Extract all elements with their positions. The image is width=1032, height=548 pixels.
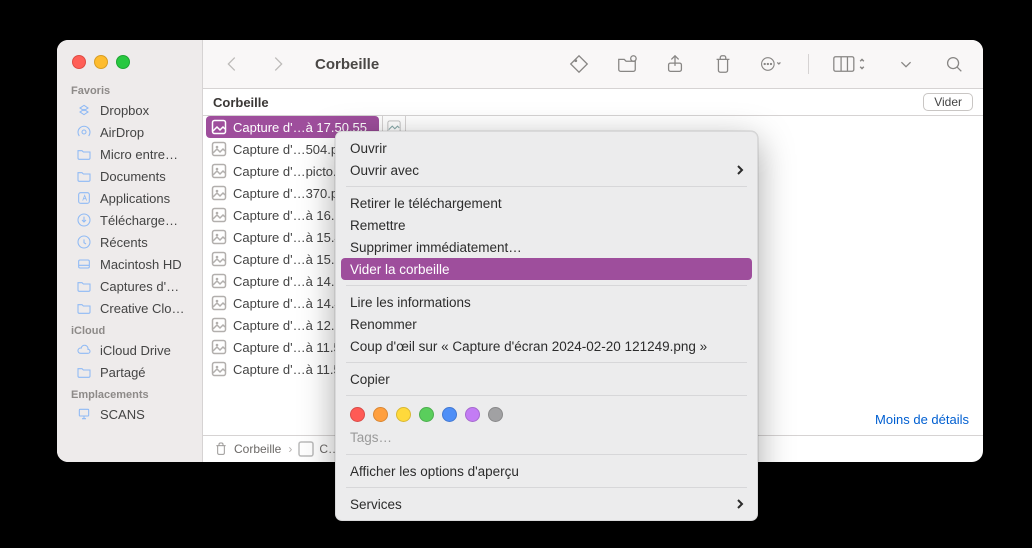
path-crumb-file[interactable]: C… — [298, 441, 340, 457]
close-window-button[interactable] — [72, 55, 86, 69]
menu-copy[interactable]: Copier — [336, 368, 757, 390]
sidebar: Favoris Dropbox AirDrop Micro entreprise Doc… — [57, 40, 203, 462]
breadcrumb-separator: › — [286, 442, 294, 456]
view-mode-icon[interactable] — [831, 50, 873, 78]
sidebar-item[interactable]: Documents — [62, 165, 197, 187]
menu-put-back[interactable]: Remettre — [336, 214, 757, 236]
new-folder-toolbar-icon[interactable] — [612, 50, 642, 78]
tag-color[interactable] — [373, 407, 388, 422]
tag-color[interactable] — [419, 407, 434, 422]
sidebar-item-label: Applications — [100, 191, 170, 206]
column-header: Corbeille Vider — [203, 89, 983, 116]
sidebar-item[interactable]: Macintosh HD — [62, 253, 197, 275]
menu-separator — [346, 285, 747, 286]
menu-separator — [346, 362, 747, 363]
sidebar-item-label: Téléchargements — [100, 213, 185, 228]
zoom-window-button[interactable] — [116, 55, 130, 69]
path-crumb-trash[interactable]: Corbeille › — [213, 441, 294, 457]
sidebar-item-label: Partagé — [100, 365, 146, 380]
sidebar-item-label: AirDrop — [100, 125, 144, 140]
submenu-chevron-icon — [735, 499, 745, 509]
back-button[interactable] — [217, 50, 247, 78]
forward-button[interactable] — [263, 50, 293, 78]
window-controls — [57, 40, 202, 79]
tags-toolbar-icon[interactable] — [564, 50, 594, 78]
menu-open-with[interactable]: Ouvrir avec — [336, 159, 757, 181]
tag-color[interactable] — [350, 407, 365, 422]
sidebar-item-label: Creative Cloud… — [100, 301, 185, 316]
menu-tags-label[interactable]: Tags… — [336, 428, 757, 449]
menu-services[interactable]: Services — [336, 493, 757, 515]
window-title: Corbeille — [315, 56, 379, 73]
tag-color[interactable] — [396, 407, 411, 422]
column-title: Corbeille — [213, 95, 269, 110]
context-menu: Ouvrir Ouvrir avec Retirer le télécharge… — [335, 131, 758, 521]
menu-separator — [346, 395, 747, 396]
sidebar-section-header: Emplacements — [59, 383, 200, 403]
sidebar-item-label: Documents — [100, 169, 166, 184]
minimize-window-button[interactable] — [94, 55, 108, 69]
menu-empty-trash[interactable]: Vider la corbeille — [341, 258, 752, 280]
menu-rename[interactable]: Renommer — [336, 313, 757, 335]
group-by-icon[interactable] — [891, 50, 921, 78]
menu-show-preview-options[interactable]: Afficher les options d'aperçu — [336, 460, 757, 482]
sidebar-item[interactable]: Captures d'écran — [62, 275, 197, 297]
empty-trash-button[interactable]: Vider — [923, 93, 973, 111]
sidebar-section-header: Favoris — [59, 79, 200, 99]
sidebar-item-label: Micro entreprise — [100, 147, 185, 162]
sidebar-item[interactable]: SCANS — [62, 403, 197, 425]
menu-remove-download[interactable]: Retirer le téléchargement — [336, 192, 757, 214]
menu-delete-immediately[interactable]: Supprimer immédiatement… — [336, 236, 757, 258]
path-crumb-label: Corbeille — [234, 442, 281, 456]
menu-tags-row — [336, 401, 757, 428]
share-toolbar-icon[interactable] — [660, 50, 690, 78]
tag-color[interactable] — [488, 407, 503, 422]
sidebar-item[interactable]: Applications — [62, 187, 197, 209]
sidebar-item-label: iCloud Drive — [100, 343, 171, 358]
menu-open[interactable]: Ouvrir — [336, 137, 757, 159]
sidebar-item[interactable]: iCloud Drive — [62, 339, 197, 361]
sidebar-item[interactable]: Récents — [62, 231, 197, 253]
sidebar-item-label: Captures d'écran — [100, 279, 185, 294]
sidebar-section-header: iCloud — [59, 319, 200, 339]
sidebar-item-label: Macintosh HD — [100, 257, 182, 272]
tag-color[interactable] — [465, 407, 480, 422]
sidebar-item[interactable]: Dropbox — [62, 99, 197, 121]
toolbar-separator — [808, 54, 809, 74]
submenu-chevron-icon — [735, 165, 745, 175]
toolbar: Corbeille — [203, 40, 983, 89]
search-toolbar-icon[interactable] — [939, 50, 969, 78]
sidebar-item[interactable]: AirDrop — [62, 121, 197, 143]
tag-color[interactable] — [442, 407, 457, 422]
sidebar-item[interactable]: Partagé — [62, 361, 197, 383]
menu-separator — [346, 454, 747, 455]
menu-separator — [346, 186, 747, 187]
sidebar-item[interactable]: Micro entreprise — [62, 143, 197, 165]
menu-separator — [346, 487, 747, 488]
menu-quick-look[interactable]: Coup d'œil sur « Capture d'écran 2024-02… — [336, 335, 757, 357]
sidebar-item-label: Récents — [100, 235, 148, 250]
sidebar-item[interactable]: Creative Cloud… — [62, 297, 197, 319]
sidebar-item-label: Dropbox — [100, 103, 149, 118]
trash-toolbar-icon[interactable] — [708, 50, 738, 78]
menu-get-info[interactable]: Lire les informations — [336, 291, 757, 313]
action-toolbar-icon[interactable] — [756, 50, 786, 78]
fewer-details-link[interactable]: Moins de détails — [875, 412, 969, 427]
sidebar-item[interactable]: Téléchargements — [62, 209, 197, 231]
sidebar-item-label: SCANS — [100, 407, 145, 422]
